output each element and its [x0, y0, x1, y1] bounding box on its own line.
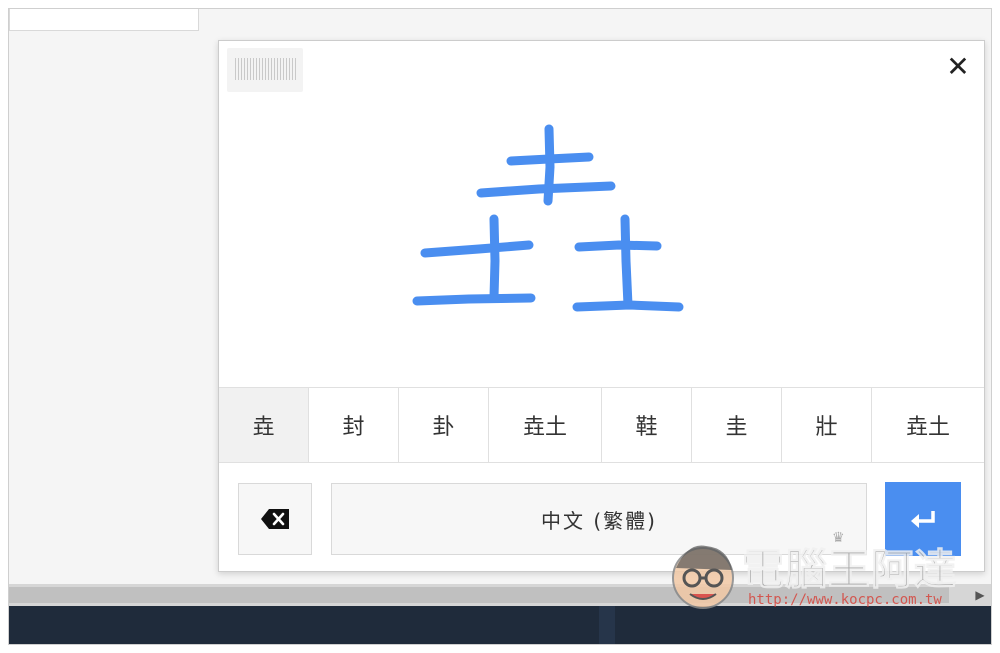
candidate-item[interactable]: 封: [309, 388, 399, 462]
backspace-button[interactable]: [238, 483, 312, 555]
stroke: [620, 214, 633, 310]
scrollbar-thumb[interactable]: [9, 587, 949, 603]
stroke: [420, 240, 534, 258]
enter-button[interactable]: [885, 482, 961, 556]
scroll-right-arrow-icon[interactable]: ▶: [973, 587, 987, 603]
drag-handle[interactable]: [227, 48, 303, 92]
close-icon: ✕: [946, 50, 970, 83]
stroke: [572, 300, 684, 312]
candidate-item[interactable]: 垚土: [872, 388, 984, 462]
enter-icon: [911, 511, 935, 528]
candidate-item[interactable]: 垚土: [489, 388, 602, 462]
stroke: [574, 240, 662, 252]
stroke: [543, 124, 555, 206]
handwriting-input-panel: ✕ 垚 封 卦 垚土 鞋 圭 壯 垚土 中文 (繁體): [218, 40, 985, 572]
backspace-icon: [261, 509, 289, 529]
close-button[interactable]: ✕: [942, 51, 974, 83]
stroke: [412, 293, 536, 306]
candidate-item[interactable]: 垚: [219, 388, 309, 462]
keyboard-controls: 中文 (繁體): [219, 463, 984, 571]
candidate-item[interactable]: 卦: [399, 388, 489, 462]
taskbar: [9, 606, 991, 644]
candidate-bar: 垚 封 卦 垚土 鞋 圭 壯 垚土: [219, 387, 984, 463]
handwriting-strokes: [412, 124, 684, 312]
handwriting-canvas[interactable]: [219, 41, 984, 387]
candidate-item[interactable]: 壯: [782, 388, 872, 462]
horizontal-scrollbar[interactable]: ▶: [9, 584, 991, 606]
text-field[interactable]: [9, 9, 199, 31]
grip-icon: [235, 58, 297, 80]
candidate-item[interactable]: 鞋: [602, 388, 692, 462]
stroke: [489, 214, 500, 302]
taskbar-divider: [599, 606, 615, 644]
candidate-item[interactable]: 圭: [692, 388, 782, 462]
language-button[interactable]: 中文 (繁體): [331, 483, 867, 555]
